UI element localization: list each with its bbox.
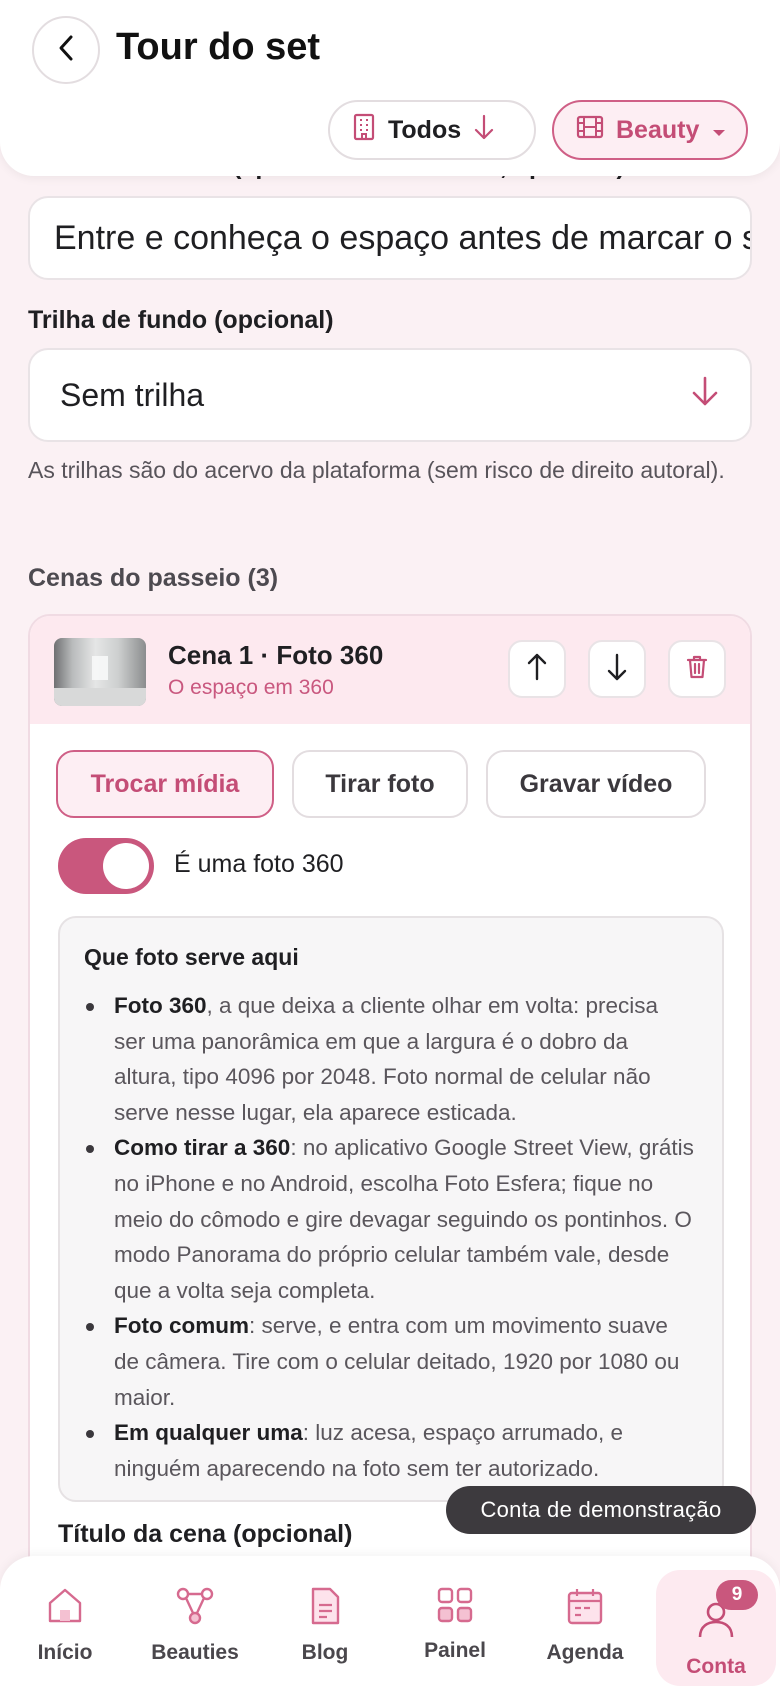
bottom-navigation: Início Beauties Blog Painel Agenda Conta… <box>0 1556 780 1688</box>
nav-label: Agenda <box>546 1641 624 1664</box>
description-input[interactable]: Entre e conheça o espaço antes de marcar… <box>28 196 752 280</box>
back-button[interactable] <box>32 16 100 84</box>
nav-label: Blog <box>301 1641 349 1664</box>
photo-tips-title: Que foto serve aqui <box>84 944 299 970</box>
nav-item-conta[interactable]: Conta 9 <box>656 1570 776 1686</box>
nav-item-agenda[interactable]: Agenda <box>525 1556 645 1688</box>
track-hint: As trilhas são do acervo da plataforma (… <box>28 457 725 483</box>
scene-title-field-label: Título da cena (opcional) <box>58 1520 353 1548</box>
photo-tips-box: Que foto serve aqui Foto 360, a que deix… <box>58 916 724 1502</box>
track-field-label: Trilha de fundo (opcional) <box>28 306 334 334</box>
replace-media-button[interactable]: Trocar mídia <box>56 750 274 818</box>
top-header: Tour do set Todos Beauty <box>0 0 780 176</box>
scenes-section-title: Cenas do passeio (3) <box>28 564 279 592</box>
record-video-button[interactable]: Gravar vídeo <box>486 750 706 818</box>
filter-category-chip[interactable]: Beauty <box>552 100 748 160</box>
tip-item: Como tirar a 360: no aplicativo Google S… <box>84 1130 694 1308</box>
description-input-value: Entre e conheça o espaço antes de marcar… <box>54 218 750 257</box>
photo-tips-list: Foto 360, a que deixa a cliente olhar em… <box>84 988 694 1486</box>
nav-label: Conta <box>686 1655 746 1678</box>
move-scene-down-button[interactable] <box>588 640 646 698</box>
nav-item-blog[interactable]: Blog <box>265 1556 385 1688</box>
nav-item-inicio[interactable]: Início <box>5 1556 125 1688</box>
filter-all-chip[interactable]: Todos <box>328 100 536 160</box>
photo-360-toggle[interactable] <box>58 838 154 894</box>
scene-title: Cena 1 · Foto 360 <box>168 640 384 670</box>
trash-icon <box>685 654 709 685</box>
track-select-value: Sem trilha <box>60 376 205 413</box>
building-icon <box>352 112 376 149</box>
scene-card-header: Cena 1 · Foto 360 O espaço em 360 <box>30 616 750 724</box>
tip-item: Em qualquer uma: luz acesa, espaço arrum… <box>84 1415 694 1486</box>
page-content: Texto de entrada (aparece antes do tour,… <box>0 0 780 1688</box>
tip-item: Foto comum: serve, e entra com um movime… <box>84 1308 694 1415</box>
chevron-left-icon <box>56 33 76 68</box>
film-icon <box>576 114 604 147</box>
filter-category-label: Beauty <box>616 115 700 144</box>
nav-label: Início <box>37 1641 93 1664</box>
nav-label: Painel <box>424 1639 486 1662</box>
toggle-knob <box>103 843 149 889</box>
scene-subtitle: O espaço em 360 <box>168 676 334 699</box>
move-scene-up-button[interactable] <box>508 640 566 698</box>
network-icon <box>175 1586 215 1631</box>
demo-account-toast: Conta de demonstração <box>446 1486 756 1534</box>
nav-item-beauties[interactable]: Beauties <box>135 1556 255 1688</box>
filter-all-label: Todos <box>388 115 462 144</box>
arrow-down-icon <box>605 652 629 687</box>
track-select[interactable]: Sem trilha <box>28 348 752 442</box>
calendar-icon <box>566 1586 604 1631</box>
caret-down-icon <box>711 116 727 145</box>
arrow-down-icon <box>473 113 495 148</box>
home-icon <box>46 1586 84 1631</box>
nav-label: Beauties <box>151 1641 239 1664</box>
tip-item: Foto 360, a que deixa a cliente olhar em… <box>84 988 694 1130</box>
delete-scene-button[interactable] <box>668 640 726 698</box>
arrow-down-icon <box>690 374 720 416</box>
grid-icon <box>436 1586 474 1629</box>
nav-item-painel[interactable]: Painel <box>395 1556 515 1688</box>
photo-360-toggle-label: É uma foto 360 <box>174 850 344 878</box>
scene-thumbnail[interactable] <box>54 638 146 706</box>
page-title: Tour do set <box>116 26 321 68</box>
take-photo-button[interactable]: Tirar foto <box>292 750 468 818</box>
notification-badge: 9 <box>716 1580 758 1610</box>
document-icon <box>308 1586 342 1631</box>
arrow-up-icon <box>525 652 549 687</box>
